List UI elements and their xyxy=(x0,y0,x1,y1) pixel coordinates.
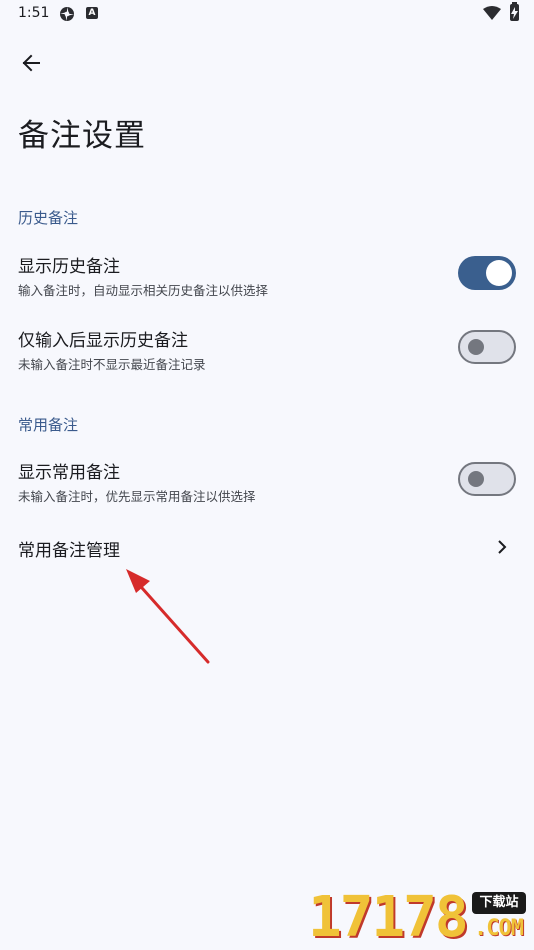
setting-history-only-after-input[interactable]: 仅输入后显示历史备注 未输入备注时不显示最近备注记录 xyxy=(0,318,534,378)
status-bar: 1:51 A xyxy=(0,0,534,28)
setting-title: 显示历史备注 xyxy=(18,257,120,277)
annotation-arrow xyxy=(126,569,210,664)
section-header-common: 常用备注 xyxy=(18,416,79,434)
toggle-show-history[interactable] xyxy=(458,256,516,290)
watermark-badge: 下载站 xyxy=(472,892,526,914)
setting-title: 显示常用备注 xyxy=(18,463,120,483)
a-badge-icon: A xyxy=(86,7,98,19)
toggle-history-only-after-input[interactable] xyxy=(458,330,516,364)
setting-title: 仅输入后显示历史备注 xyxy=(18,331,188,351)
back-button[interactable] xyxy=(14,46,48,80)
page-title: 备注设置 xyxy=(18,118,146,154)
section-header-history: 历史备注 xyxy=(18,209,79,227)
setting-manage-common[interactable]: 常用备注管理 xyxy=(0,524,534,570)
setting-subtitle: 未输入备注时，优先显示常用备注以供选择 xyxy=(18,489,256,504)
watermark-number: 17178 xyxy=(308,885,469,950)
watermark-domain: .COM xyxy=(474,916,524,941)
watermark-logo: 17178 下载站 .COM xyxy=(308,886,534,950)
toggle-thumb xyxy=(486,260,512,286)
setting-subtitle: 未输入备注时不显示最近备注记录 xyxy=(18,357,206,372)
wifi-icon xyxy=(483,6,501,20)
setting-title: 常用备注管理 xyxy=(18,541,120,561)
toggle-thumb xyxy=(468,339,484,355)
setting-subtitle: 输入备注时，自动显示相关历史备注以供选择 xyxy=(18,283,269,298)
setting-show-common[interactable]: 显示常用备注 未输入备注时，优先显示常用备注以供选择 xyxy=(0,450,534,510)
toggle-thumb xyxy=(468,471,484,487)
status-time: 1:51 xyxy=(18,5,50,21)
battery-charging-icon xyxy=(510,2,519,21)
arrow-left-icon xyxy=(22,54,40,72)
setting-show-history[interactable]: 显示历史备注 输入备注时，自动显示相关历史备注以供选择 xyxy=(0,244,534,304)
settings-flower-icon xyxy=(60,7,74,21)
toggle-show-common[interactable] xyxy=(458,462,516,496)
chevron-right-icon xyxy=(498,540,507,554)
